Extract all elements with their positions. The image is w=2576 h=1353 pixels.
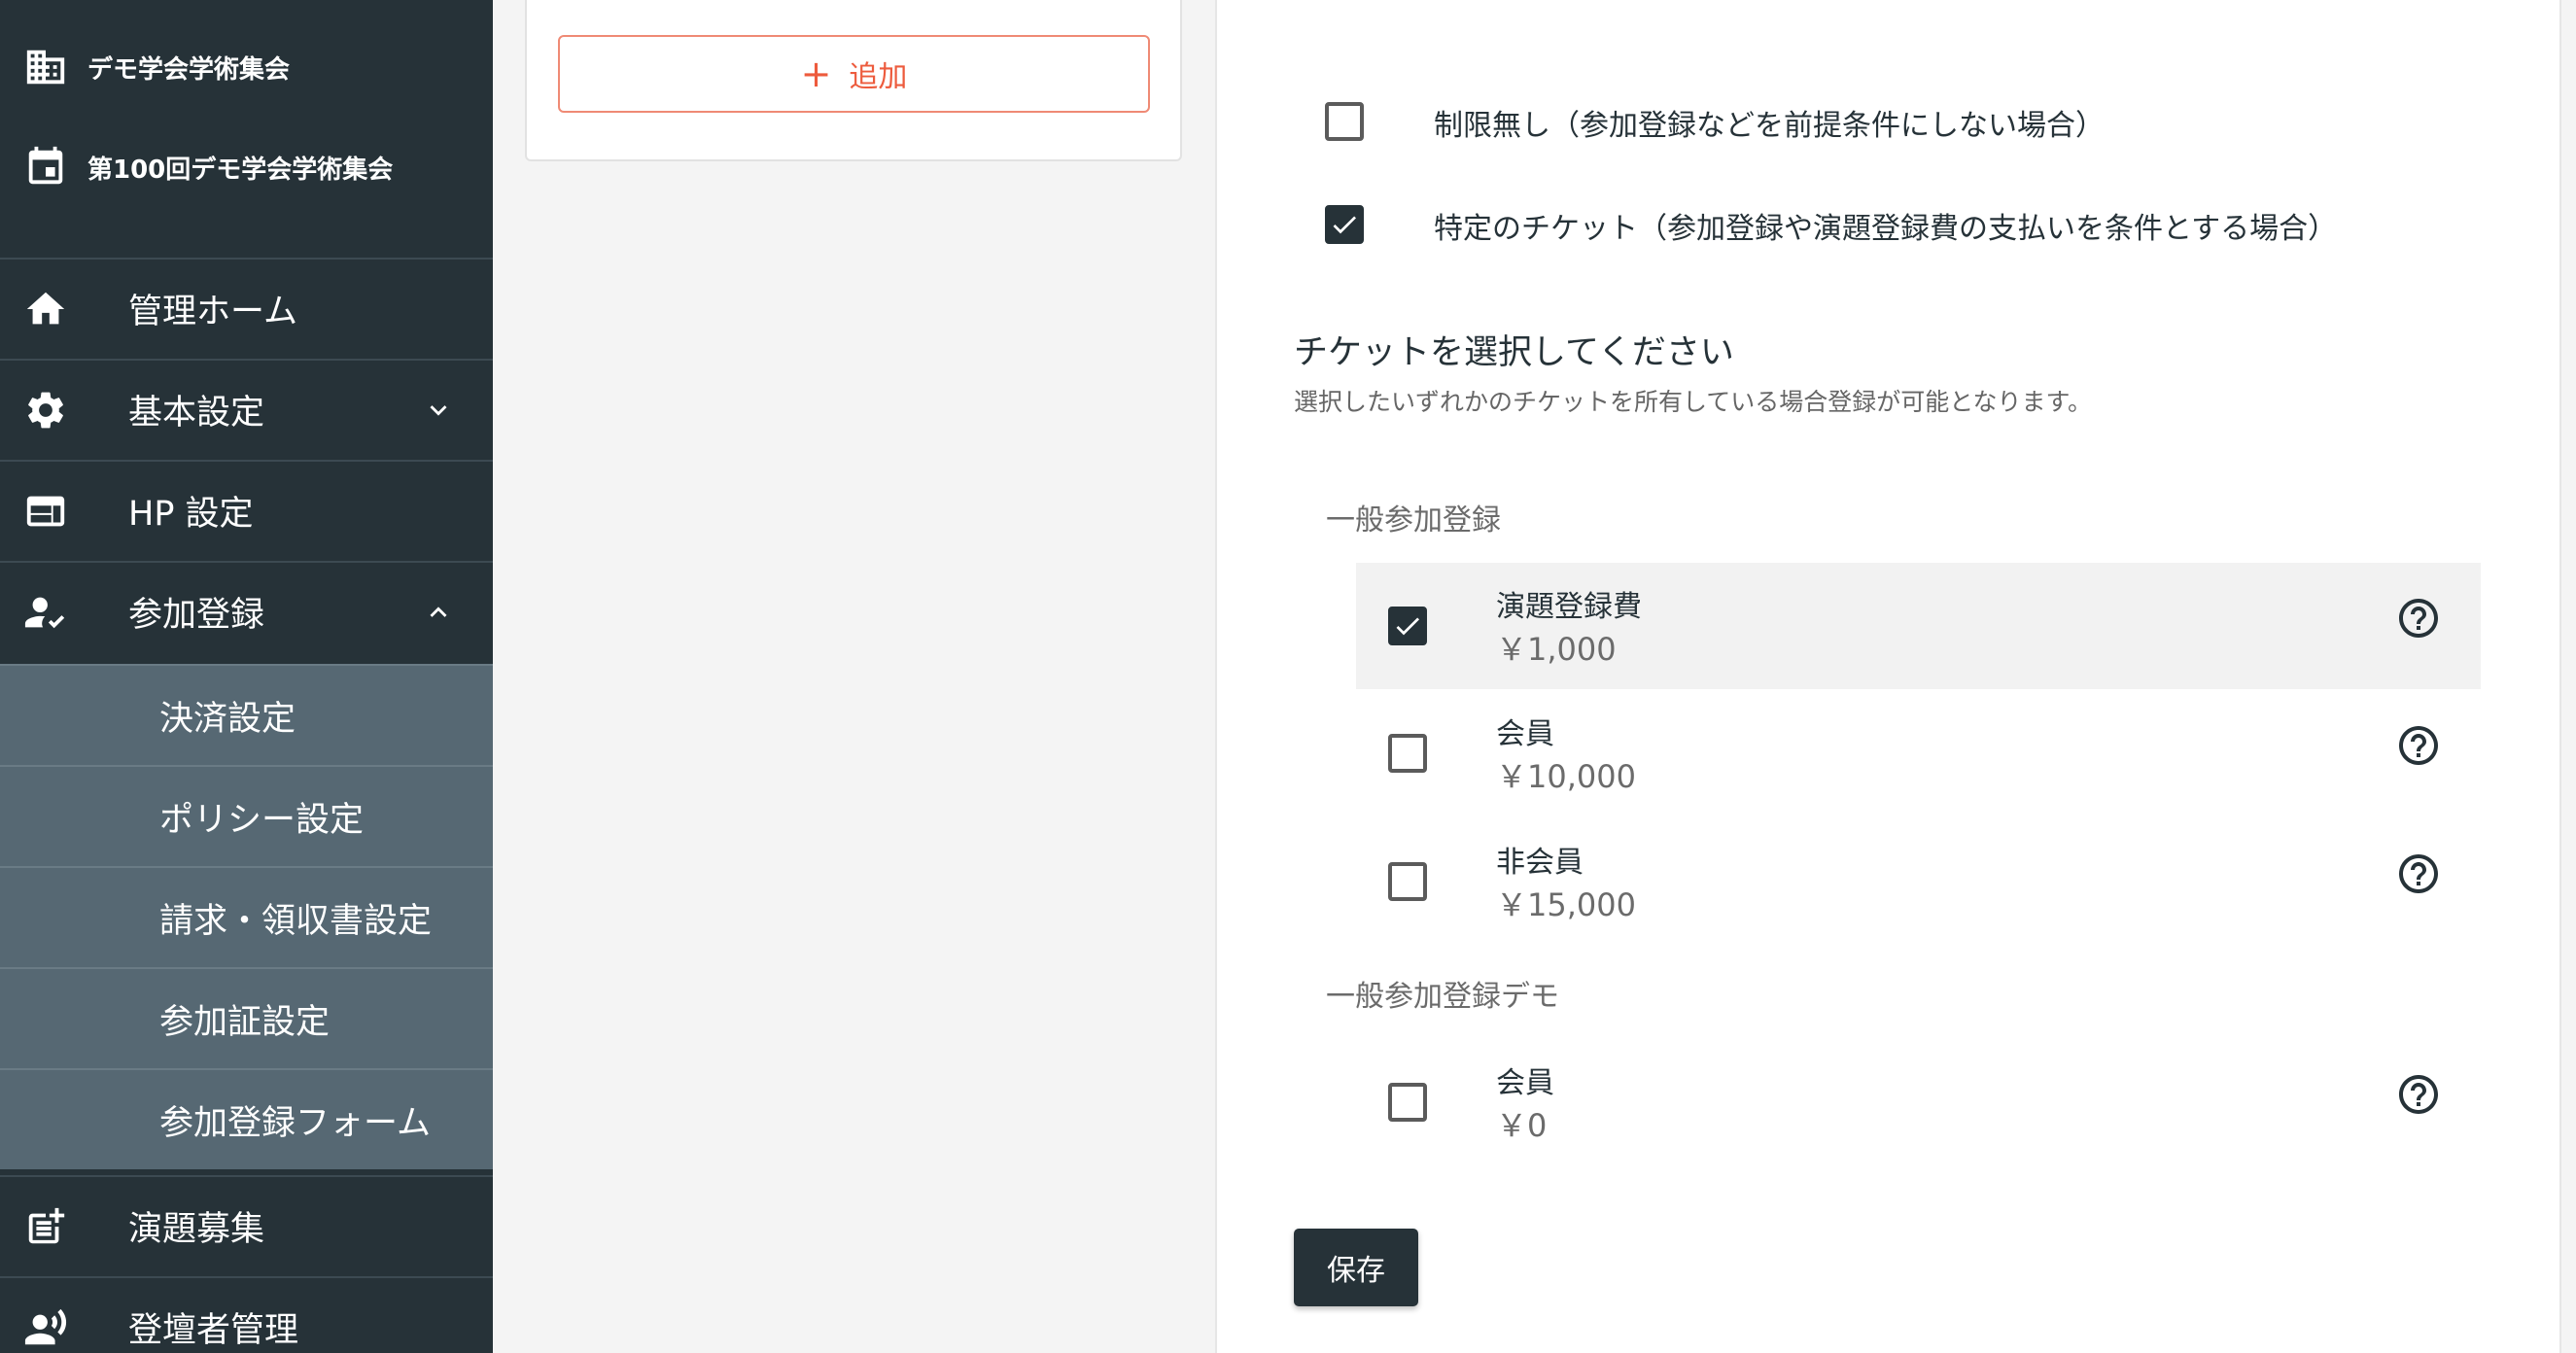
ticket-row[interactable]: 会員 ￥10,000 <box>1356 690 2481 816</box>
chevron-up-icon[interactable] <box>422 596 455 629</box>
help-icon[interactable] <box>2395 722 2442 769</box>
help-icon[interactable] <box>2395 595 2442 642</box>
building-icon <box>26 50 65 85</box>
sidebar-subitem-label: 請求・領収書設定 <box>159 901 433 941</box>
sidebar-item-label: 管理ホーム <box>128 293 297 331</box>
help-icon[interactable] <box>2395 850 2442 897</box>
ticket-price: ￥15,000 <box>1496 886 1636 923</box>
org-name: デモ学会学術集会 <box>87 54 291 85</box>
save-button[interactable]: 保存 <box>1294 1229 1418 1306</box>
sidebar-item-label: 演題募集 <box>128 1210 265 1249</box>
sidebar-item-speakers[interactable]: 登壇者管理 <box>0 1276 493 1353</box>
sidebar-item-label: HP 設定 <box>128 495 254 534</box>
sidebar-subitem-label: 参加証設定 <box>159 1002 331 1042</box>
ticket-group-label: 一般参加登録 <box>1326 503 1501 538</box>
sidebar-subitem-payment-settings[interactable]: 決済設定 <box>0 664 493 765</box>
ticket-row[interactable]: 演題登録費 ￥1,000 <box>1356 563 2481 689</box>
specific-ticket-label: 特定のチケット（参加登録や演題登録費の支払いを条件とする場合） <box>1434 212 2338 246</box>
ticket-name: 非会員 <box>1496 846 1584 880</box>
sidebar-subitem-registration-form[interactable]: 参加登録フォーム <box>0 1068 493 1169</box>
sidebar-item-label: 参加登録 <box>128 596 265 635</box>
ticket-row[interactable]: 会員 ￥0 <box>1356 1039 2481 1165</box>
ticket-name: 会員 <box>1496 717 1554 751</box>
home-icon <box>26 292 65 324</box>
ticket-price: ￥1,000 <box>1496 631 1617 668</box>
sidebar-item-home[interactable]: 管理ホーム <box>0 258 493 358</box>
post-add-icon <box>28 1207 65 1243</box>
ticket-checkbox[interactable] <box>1388 734 1427 773</box>
specific-ticket-checkbox[interactable] <box>1325 205 1364 244</box>
ticket-section-description: 選択したいずれかのチケットを所有している場合登録が可能となります。 <box>1294 388 2093 416</box>
ticket-checkbox[interactable] <box>1388 607 1427 645</box>
event-selector[interactable]: 第100回デモ学会学術集会 <box>0 133 493 201</box>
sidebar: デモ学会学術集会 第100回デモ学会学術集会 管理ホーム 基本設定 HP 設定 <box>0 0 493 1353</box>
speaker-group-icon <box>24 1308 67 1344</box>
sidebar-subitem-label: ポリシー設定 <box>159 800 365 840</box>
ticket-name: 演題登録費 <box>1496 590 1642 624</box>
sidebar-item-basic-settings[interactable]: 基本設定 <box>0 359 493 459</box>
event-name: 第100回デモ学会学術集会 <box>87 155 394 185</box>
sidebar-subitem-policy-settings[interactable]: ポリシー設定 <box>0 765 493 866</box>
sidebar-item-registration[interactable]: 参加登録 <box>0 561 493 661</box>
ticket-row[interactable]: 非会員 ￥15,000 <box>1356 818 2481 945</box>
sidebar-subitem-badge-settings[interactable]: 参加証設定 <box>0 967 493 1068</box>
sidebar-item-abstracts[interactable]: 演題募集 <box>0 1175 493 1275</box>
org-selector[interactable]: デモ学会学術集会 <box>0 33 493 101</box>
person-check-icon <box>24 597 65 628</box>
sidebar-subitem-label: 参加登録フォーム <box>159 1103 431 1143</box>
plus-icon: + <box>800 52 832 95</box>
ticket-checkbox[interactable] <box>1388 862 1427 901</box>
ticket-name: 会員 <box>1496 1066 1554 1100</box>
check-icon <box>1396 617 1419 636</box>
gear-icon <box>28 392 63 428</box>
ticket-price: ￥0 <box>1496 1107 1548 1144</box>
web-layout-icon <box>26 496 65 526</box>
ticket-group-label: 一般参加登録デモ <box>1326 980 1559 1014</box>
help-icon[interactable] <box>2395 1071 2442 1118</box>
sidebar-subitem-label: 決済設定 <box>159 699 296 739</box>
add-button[interactable]: + 追加 <box>558 35 1150 113</box>
ticket-checkbox[interactable] <box>1388 1083 1427 1122</box>
ticket-section-title: チケットを選択してください <box>1294 333 1734 372</box>
sidebar-subitem-invoice-settings[interactable]: 請求・領収書設定 <box>0 866 493 967</box>
sidebar-item-label: 基本設定 <box>128 394 265 433</box>
no-restriction-checkbox[interactable] <box>1325 102 1364 141</box>
check-icon <box>1333 216 1356 234</box>
sidebar-item-hp-settings[interactable]: HP 設定 <box>0 460 493 560</box>
calendar-icon <box>28 146 63 185</box>
ticket-price: ￥10,000 <box>1496 758 1636 795</box>
chevron-down-icon[interactable] <box>422 394 455 427</box>
no-restriction-label: 制限無し（参加登録などを前提条件にしない場合） <box>1434 109 2105 143</box>
sidebar-item-label: 登壇者管理 <box>128 1311 299 1350</box>
add-button-label: 追加 <box>849 60 908 94</box>
